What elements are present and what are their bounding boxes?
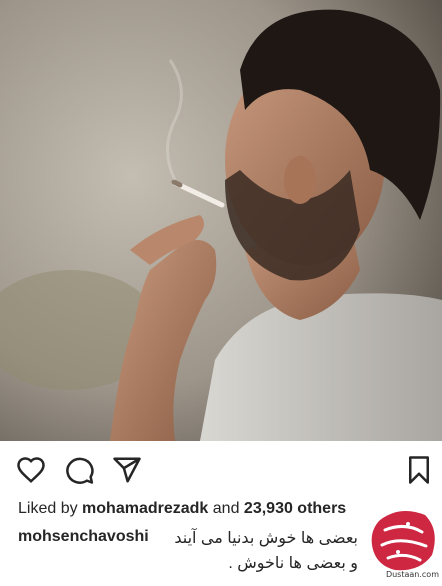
post-actions-bar [0, 441, 442, 497]
caption-text-line2: و بعضی ها ناخوش . [228, 555, 358, 572]
post-caption: mohsenchavoshi بعضی ها خوش بدنیا می آیند… [18, 528, 358, 572]
post-photo[interactable] [0, 0, 442, 441]
heart-icon[interactable] [16, 455, 46, 485]
likes-others-count[interactable]: 23,930 others [244, 500, 346, 517]
caption-username[interactable]: mohsenchavoshi [18, 528, 149, 545]
comment-icon[interactable] [65, 455, 95, 485]
watermark-logo: Dustaan.com [360, 500, 442, 581]
send-icon[interactable] [112, 455, 142, 485]
likes-connector: and [212, 500, 240, 517]
liked-by-user[interactable]: mohamadrezadk [82, 500, 208, 517]
watermark-site: Dustaan.com [385, 570, 439, 579]
likes-summary[interactable]: Liked by mohamadrezadk and 23,930 others [18, 500, 346, 518]
caption-text-line1: بعضی ها خوش بدنیا می آیند [174, 530, 358, 547]
bookmark-icon[interactable] [404, 455, 434, 485]
likes-prefix: Liked by [18, 500, 78, 517]
watermark-seal [371, 511, 435, 571]
photo-illustration [0, 0, 442, 441]
